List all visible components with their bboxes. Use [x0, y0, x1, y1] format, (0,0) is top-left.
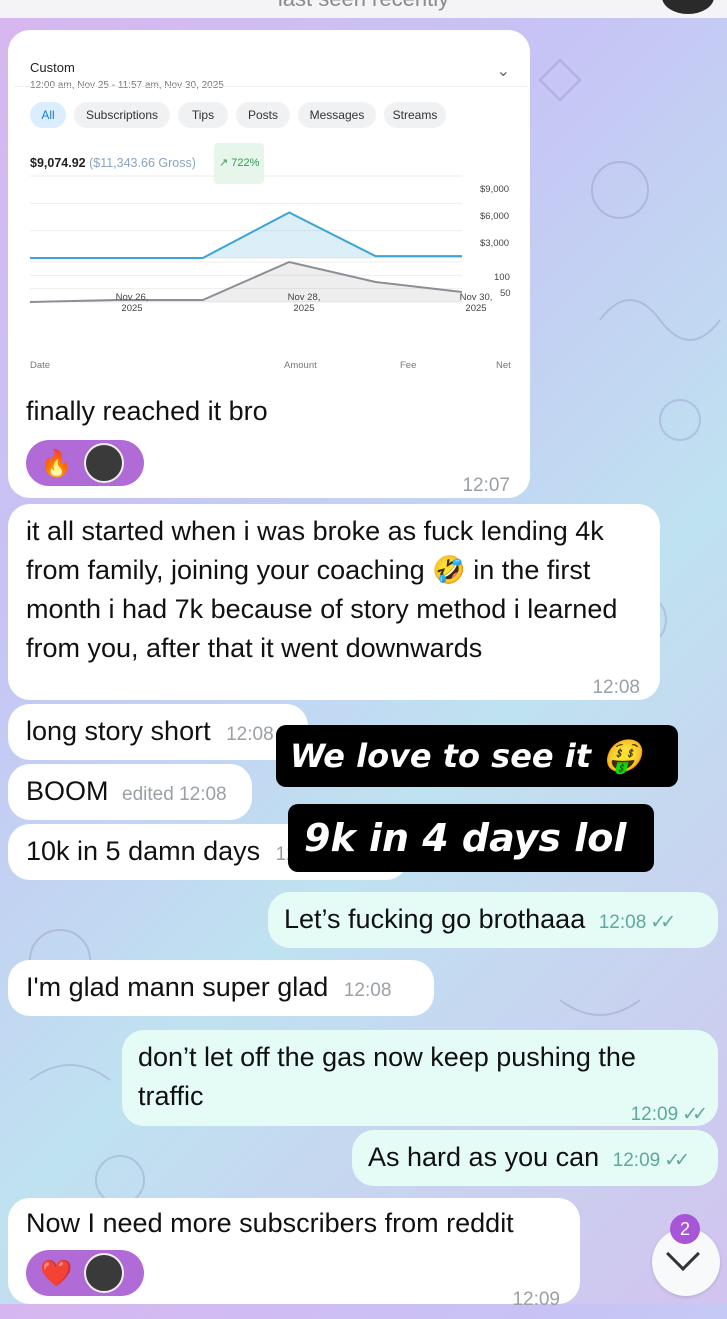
reaction-badge[interactable]: ❤️: [26, 1250, 144, 1296]
message-bubble-outgoing[interactable]: As hard as you can 12:09 ✓✓: [352, 1130, 718, 1186]
column-header-date: Date: [30, 360, 51, 371]
read-checkmarks-icon: ✓✓: [664, 1150, 690, 1171]
message-meta: 12:09 ✓✓: [630, 1092, 708, 1134]
divider: [14, 86, 528, 87]
message-time: 12:08: [592, 677, 640, 698]
earnings-chart: [29, 175, 463, 303]
tab-all: All: [30, 102, 66, 128]
reactor-avatar: [84, 1253, 124, 1293]
message-text: finally reached it bro: [26, 396, 268, 426]
message-bubble[interactable]: Now I need more subscribers from reddit …: [8, 1198, 580, 1310]
message-bubble-outgoing[interactable]: don’t let off the gas now keep pushing t…: [122, 1030, 718, 1126]
message-time: 12:08: [226, 724, 274, 745]
message-time: 12:07: [462, 475, 510, 496]
read-checkmarks-icon: ✓✓: [682, 1104, 708, 1125]
message-time: 12:09: [630, 1104, 679, 1125]
message-time: 12:09: [512, 1289, 560, 1310]
reaction-badge[interactable]: 🔥: [26, 440, 144, 486]
message-bubble[interactable]: BOOM edited 12:08: [8, 764, 252, 820]
column-header-amount: Amount: [284, 360, 317, 371]
tab-streams: Streams: [384, 102, 446, 128]
message-text: Let’s fucking go brothaaa: [284, 904, 586, 934]
column-header-fee: Fee: [400, 360, 417, 371]
heart-emoji-reaction: ❤️: [40, 1258, 73, 1288]
tab-posts: Posts: [236, 102, 290, 128]
reactor-avatar: [84, 443, 124, 483]
message-text: I'm glad mann super glad: [26, 972, 329, 1002]
message-bubble[interactable]: Custom 12:00 am, Nov 25 - 11:57 am, Nov …: [8, 30, 530, 498]
message-time: 12:09: [612, 1150, 661, 1171]
x-tick-label: Nov 30, 2025: [459, 292, 493, 314]
message-time: edited 12:08: [122, 784, 227, 805]
text-sticker: We love to see it 🤑: [276, 725, 678, 787]
x-tick-label: Nov 28, 2025: [287, 292, 321, 314]
message-bubble[interactable]: long story short 12:08: [8, 704, 308, 760]
message-text: 10k in 5 damn days: [26, 836, 261, 866]
read-checkmarks-icon: ✓✓: [650, 912, 676, 933]
message-text: don’t let off the gas now keep pushing t…: [138, 1042, 636, 1111]
message-bubble-outgoing[interactable]: Let’s fucking go brothaaa 12:08 ✓✓: [268, 892, 718, 948]
x-tick-label: Nov 26, 2025: [115, 292, 149, 314]
fire-emoji-reaction: 🔥: [40, 448, 73, 478]
message-bubble[interactable]: I'm glad mann super glad 12:08: [8, 960, 434, 1016]
message-time: 12:08: [598, 912, 647, 933]
earnings-screenshot: Custom 12:00 am, Nov 25 - 11:57 am, Nov …: [14, 36, 528, 378]
tab-tips: Tips: [178, 102, 228, 128]
chat-header[interactable]: last seen recently: [0, 0, 727, 18]
last-seen-status: last seen recently: [0, 0, 727, 12]
message-bubble[interactable]: it all started when i was broke as fuck …: [8, 504, 660, 700]
tab-messages: Messages: [298, 102, 376, 128]
column-header-net: Net: [496, 360, 511, 371]
message-text: Now I need more subscribers from reddit: [26, 1208, 514, 1238]
message-text: BOOM: [26, 776, 109, 806]
y-tick-label: 50: [500, 288, 511, 299]
unread-count-badge: 2: [670, 1214, 700, 1244]
message-text: long story short: [26, 716, 211, 746]
message-time: 12:08: [343, 980, 392, 1001]
tab-subscriptions: Subscriptions: [74, 102, 170, 128]
message-text: it all started when i was broke as fuck …: [26, 516, 618, 663]
message-text: As hard as you can: [368, 1142, 600, 1172]
text-sticker: 9k in 4 days lol: [288, 804, 654, 872]
